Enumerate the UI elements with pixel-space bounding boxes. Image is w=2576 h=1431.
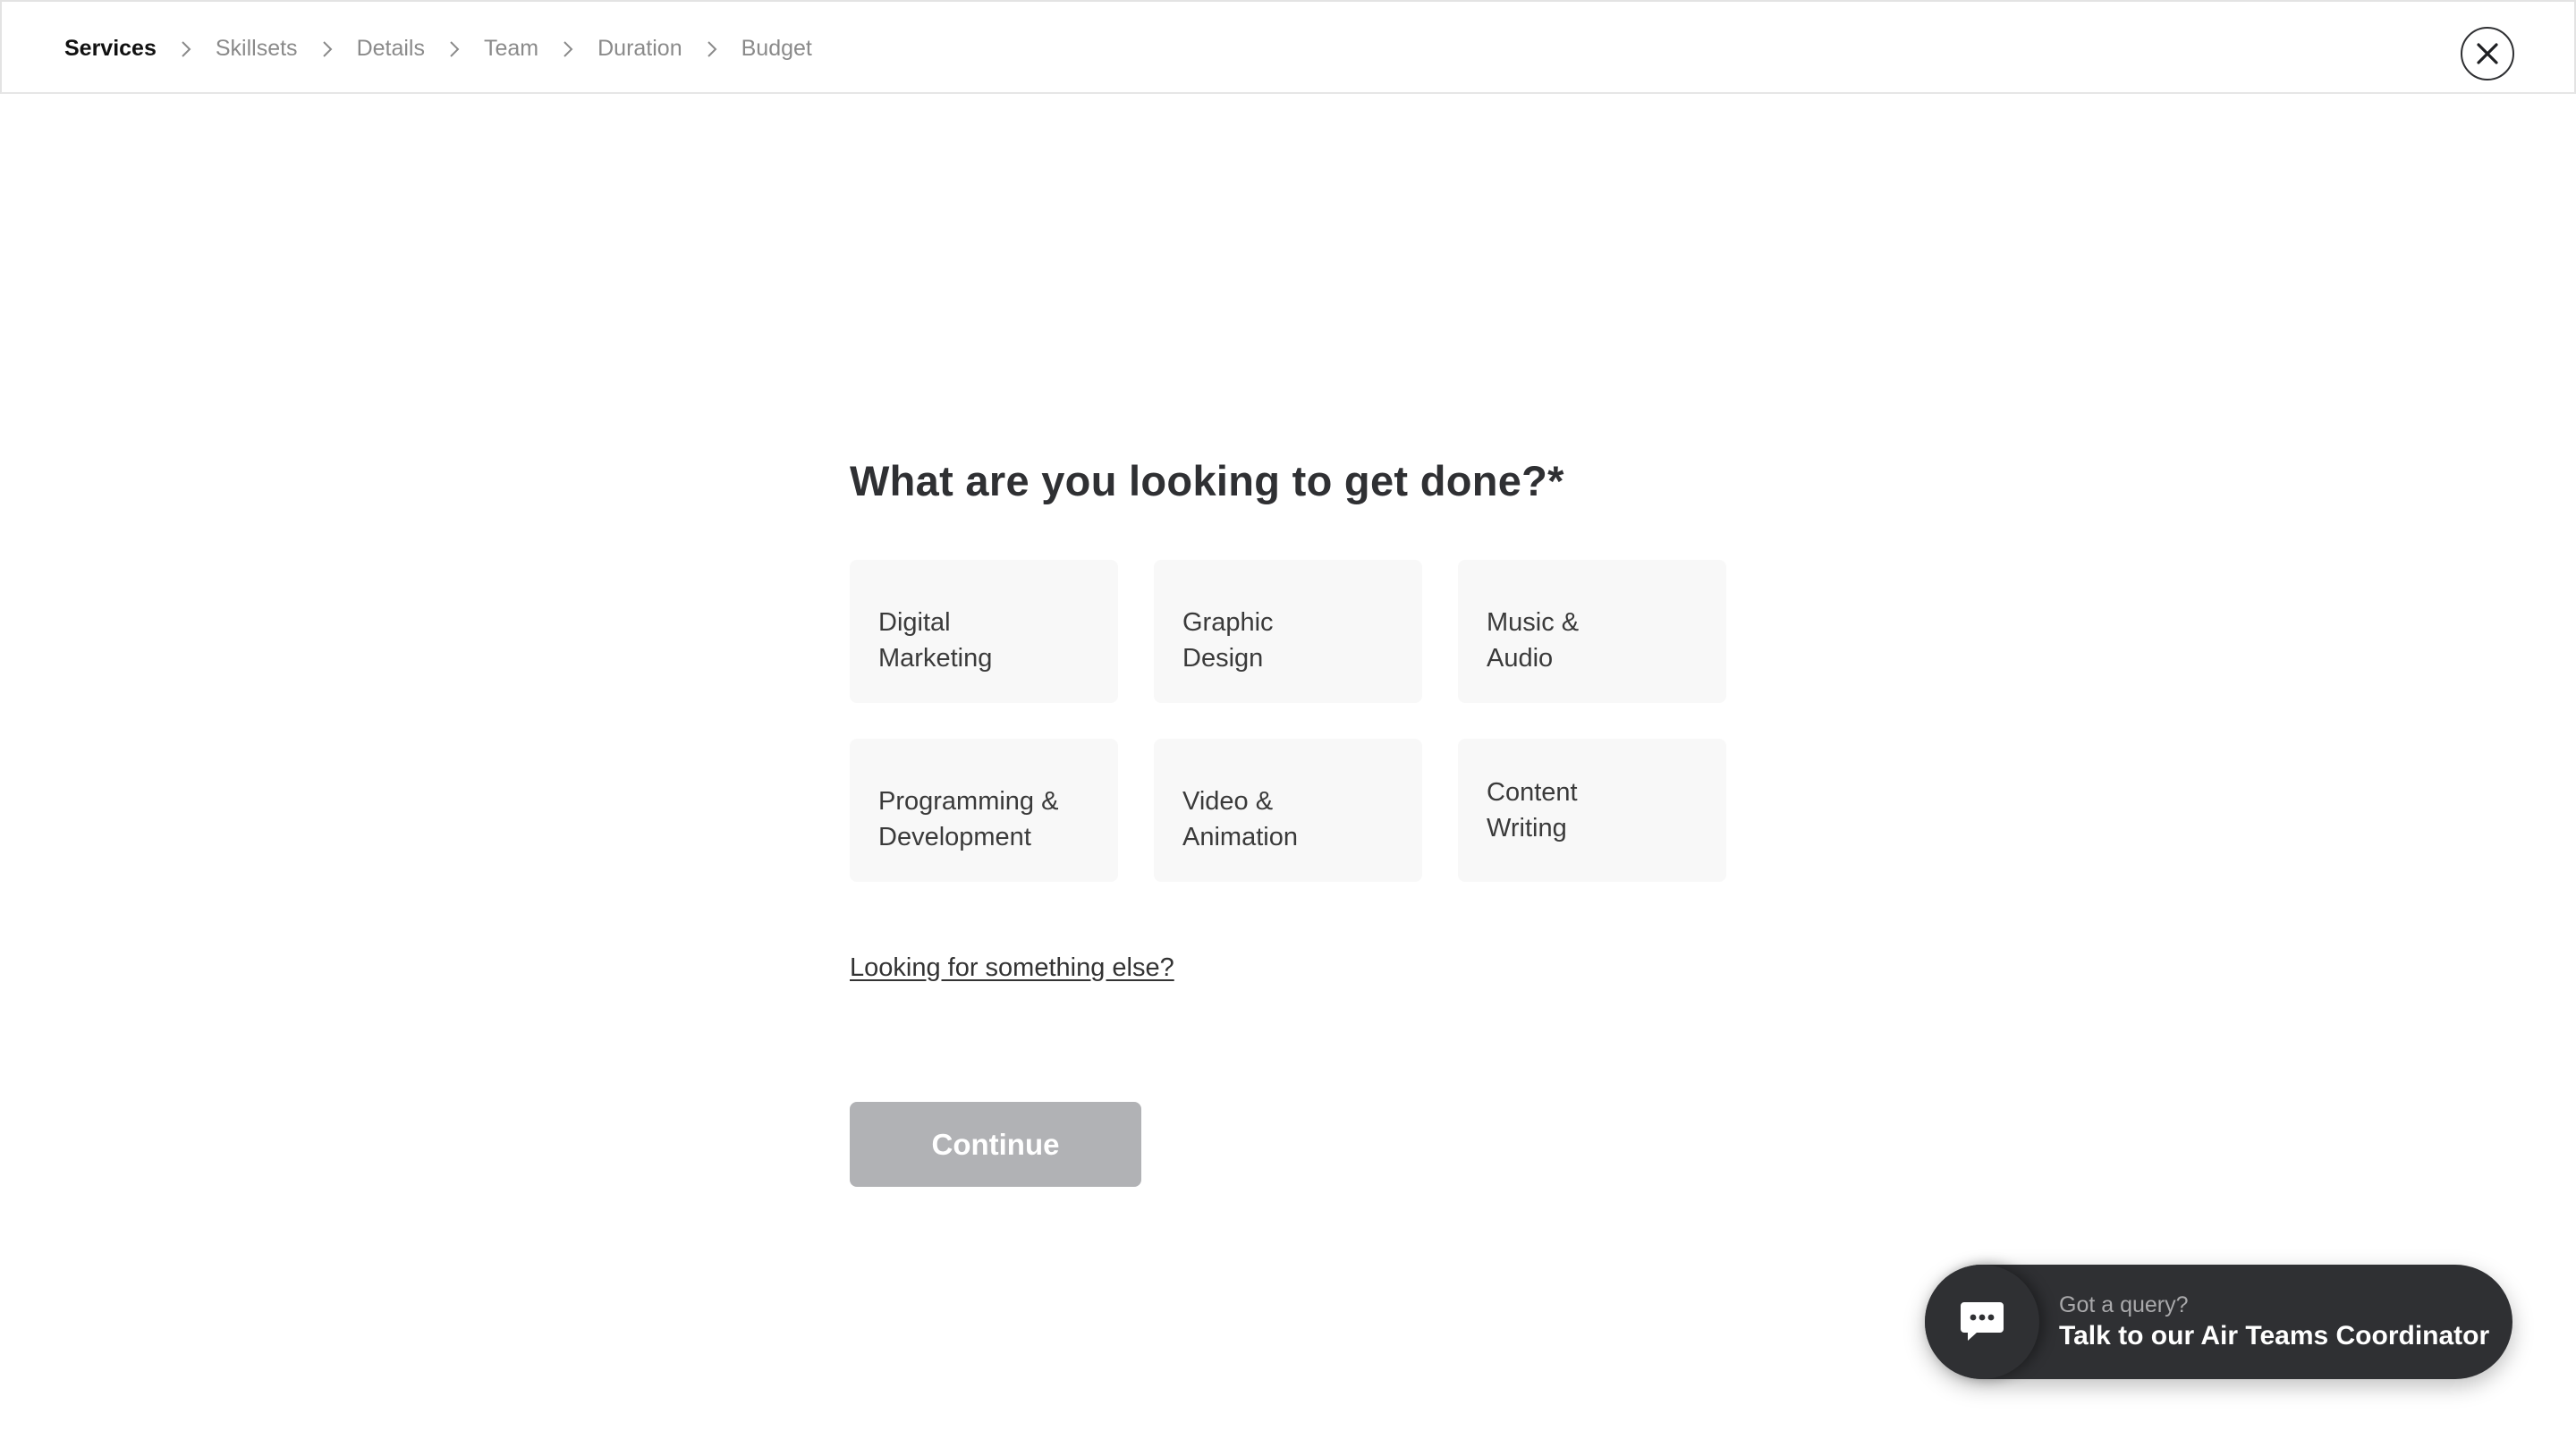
- chat-launcher[interactable]: [1925, 1265, 2039, 1379]
- chevron-right-icon: [538, 36, 597, 63]
- chat-bubble-icon: [1961, 1302, 2004, 1341]
- close-icon: [2477, 43, 2498, 64]
- breadcrumb: Services Skillsets Details Team Duration…: [64, 2, 812, 96]
- top-bar: Services Skillsets Details Team Duration…: [0, 0, 2576, 94]
- service-grid: Digital Marketing Graphic Design Music &…: [850, 560, 1726, 882]
- service-card-graphic-design[interactable]: Graphic Design: [1154, 560, 1422, 703]
- continue-button[interactable]: Continue: [850, 1102, 1141, 1187]
- chat-subtitle: Got a query?: [2059, 1292, 2189, 1317]
- chat-widget[interactable]: Got a query? Talk to our Air Teams Coord…: [1925, 1265, 2512, 1379]
- service-card-label: Graphic Design: [1182, 608, 1274, 673]
- service-card-label: Music & Audio: [1487, 608, 1580, 673]
- service-card-label: Video & Animation: [1182, 787, 1298, 851]
- service-card-label: Content Writing: [1487, 778, 1578, 843]
- breadcrumb-item-duration[interactable]: Duration: [597, 36, 682, 62]
- service-card-label: Digital Marketing: [878, 608, 993, 673]
- service-card-music-audio[interactable]: Music & Audio: [1458, 560, 1726, 703]
- service-card-video-animation[interactable]: Video & Animation: [1154, 739, 1422, 882]
- breadcrumb-item-team[interactable]: Team: [484, 36, 538, 62]
- close-button[interactable]: [2461, 27, 2514, 80]
- service-card-label: Programming & Development: [878, 787, 1059, 851]
- breadcrumb-item-details[interactable]: Details: [357, 36, 425, 62]
- chat-title: Talk to our Air Teams Coordinator: [2059, 1321, 2490, 1351]
- breadcrumb-item-budget[interactable]: Budget: [741, 36, 812, 62]
- chevron-right-icon: [157, 36, 216, 63]
- something-else-link[interactable]: Looking for something else?: [850, 953, 1174, 983]
- page-title: What are you looking to get done?*: [850, 457, 1564, 504]
- chat-text: Got a query? Talk to our Air Teams Coord…: [2059, 1291, 2489, 1354]
- chevron-right-icon: [298, 36, 357, 63]
- chevron-right-icon: [425, 36, 484, 63]
- service-card-programming-development[interactable]: Programming & Development: [850, 739, 1118, 882]
- breadcrumb-item-skillsets[interactable]: Skillsets: [216, 36, 298, 62]
- service-card-digital-marketing[interactable]: Digital Marketing: [850, 560, 1118, 703]
- breadcrumb-item-services[interactable]: Services: [64, 36, 157, 62]
- service-card-content-writing[interactable]: Content Writing: [1458, 739, 1726, 882]
- chevron-right-icon: [682, 36, 741, 63]
